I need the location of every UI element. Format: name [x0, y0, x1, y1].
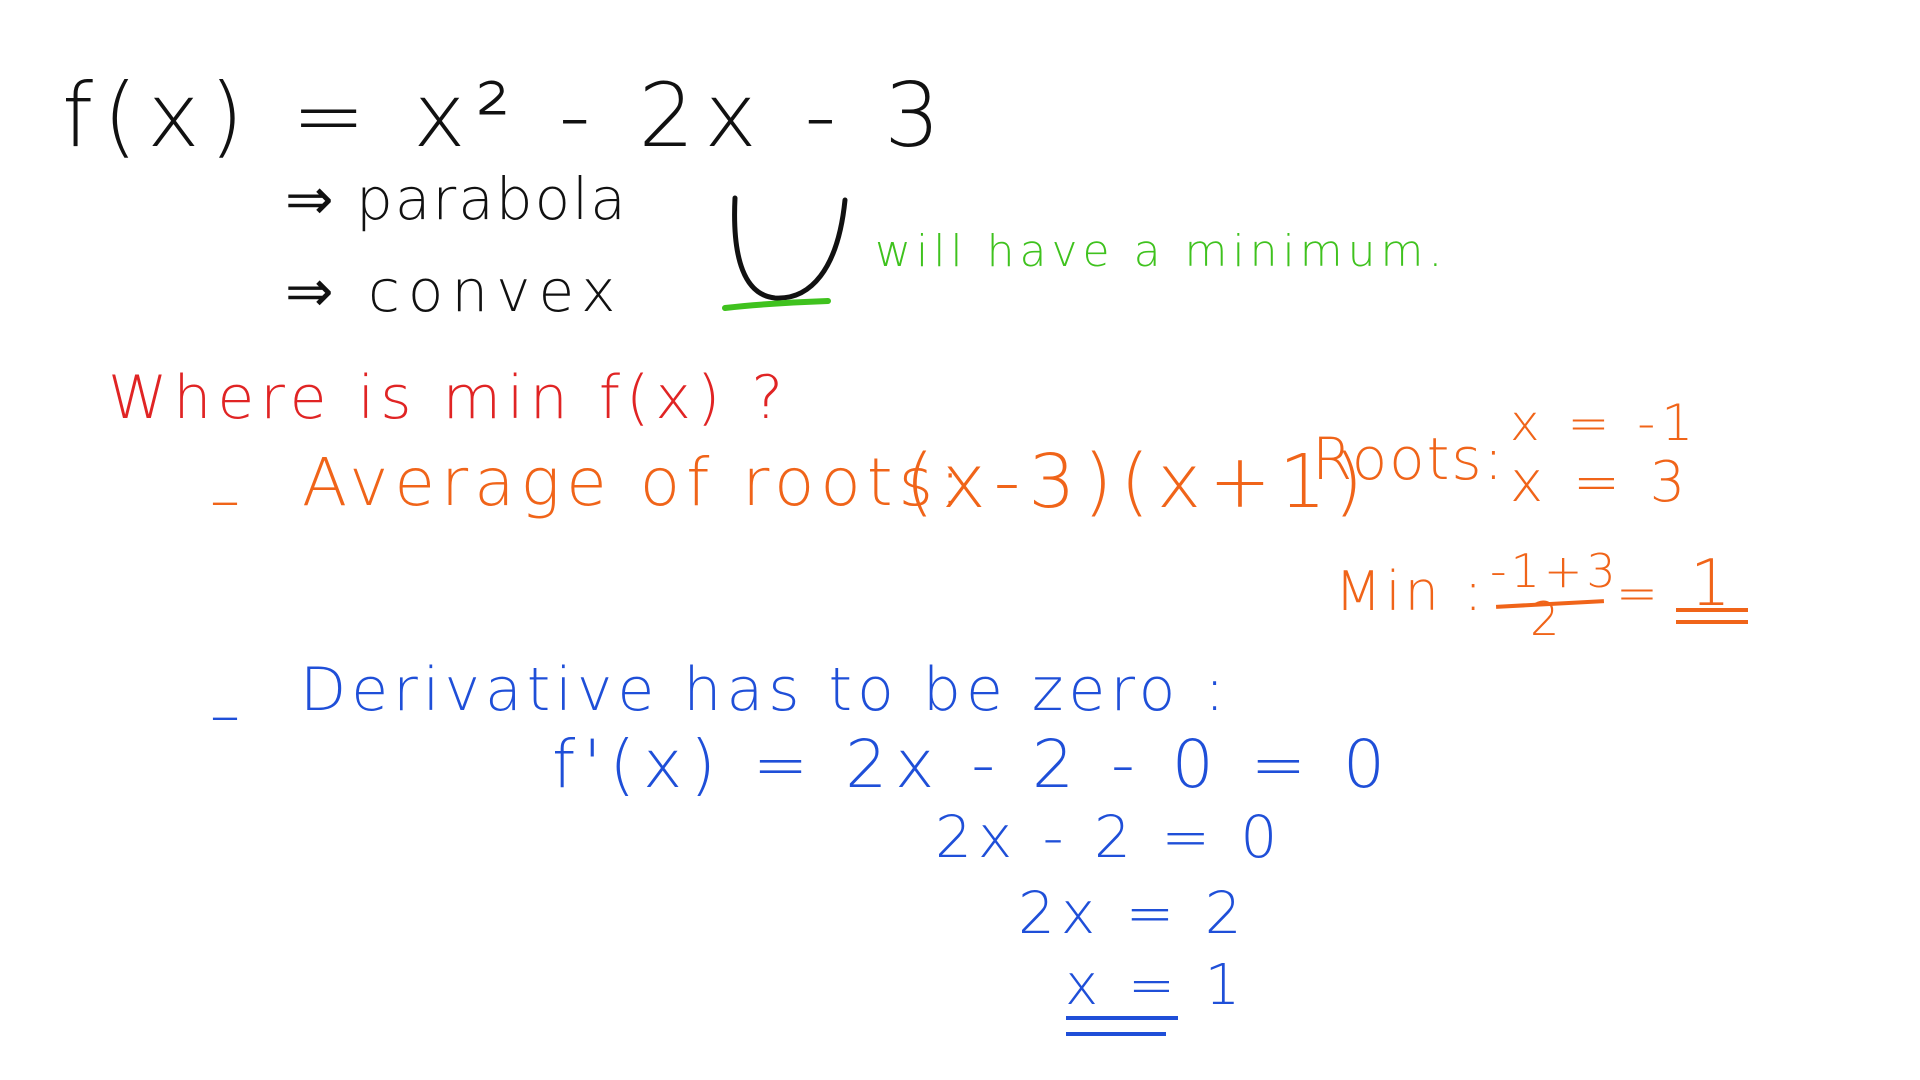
convex-parabola-sketch: [722, 195, 848, 311]
result-underline-bottom: [1676, 620, 1748, 624]
root-one: x = -1: [1510, 394, 1700, 452]
min-label: Min :: [1335, 560, 1487, 623]
minimum-question: Where is min f(x) ?: [108, 363, 790, 433]
minimum-result: 1: [1690, 547, 1733, 621]
bullet-dash-method2: –: [210, 680, 242, 750]
fraction-denominator: 2: [1530, 592, 1562, 646]
fraction-numerator: -1+3: [1490, 544, 1620, 598]
derivative-step-2: 2x - 2 = 0: [935, 803, 1284, 871]
answer-underline-top: [1066, 1016, 1178, 1020]
roots-label: Roots:: [1312, 425, 1506, 493]
average-of-roots-label: Average of roots:: [302, 444, 968, 521]
convex-note: ⇒ convex: [285, 257, 624, 325]
answer-underline-bottom: [1066, 1032, 1166, 1036]
parabola-note: ⇒ parabola: [285, 165, 628, 233]
whiteboard-canvas: f(x) = x² - 2x - 3 ⇒ parabola ⇒ convex w…: [0, 0, 1920, 1080]
minimum-note: will have a minimum.: [875, 226, 1448, 277]
function-definition: f(x) = x² - 2x - 3: [62, 64, 951, 167]
derivative-step-4: x = 1: [1065, 953, 1247, 1018]
result-underline-top: [1676, 608, 1748, 612]
equals-sign: =: [1616, 564, 1660, 622]
derivative-step-1: f'(x) = 2x - 2 - 0 = 0: [552, 726, 1394, 803]
root-two: x = 3: [1510, 450, 1692, 515]
bullet-dash-method1: –: [210, 465, 242, 535]
derivative-step-3: 2x = 2: [1018, 879, 1248, 947]
factored-form: (x-3)(x+1): [905, 439, 1371, 525]
derivative-label: Derivative has to be zero :: [300, 655, 1230, 725]
